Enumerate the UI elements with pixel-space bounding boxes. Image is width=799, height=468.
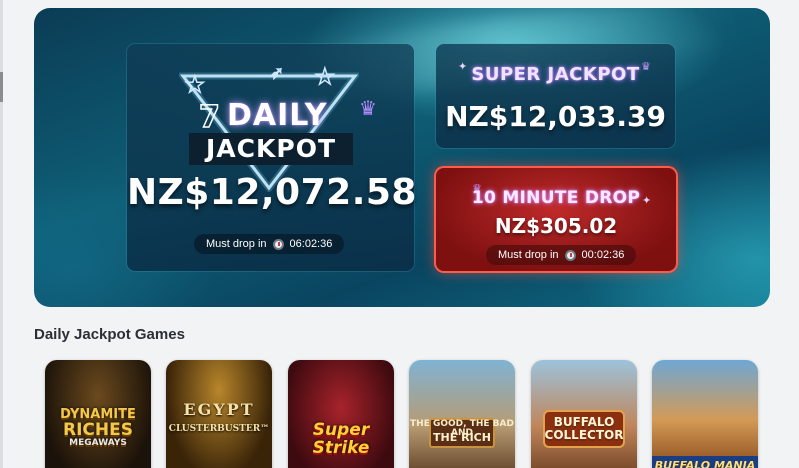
game-tile-dynamite-riches[interactable]: DYNAMITE RICHES MEGAWAYS xyxy=(45,360,151,468)
crown-icon: ♛ xyxy=(359,98,377,120)
daily-logo-jackpot: JACKPOT xyxy=(189,133,353,165)
star-icon: ★ xyxy=(314,64,335,89)
game-subtitle: CLUSTERBUSTER™ xyxy=(168,424,270,434)
clock-icon xyxy=(564,249,576,261)
daily-jackpot-panel[interactable]: ★ ★ ➶ 7 DAILY ♛ JACKPOT NZ$12,072.58 Mus… xyxy=(127,44,417,271)
clock-icon xyxy=(272,238,284,250)
drop-time: 00:02:36 xyxy=(581,249,625,261)
game-tile-good-bad-rich[interactable]: THE GOOD, THE BAD AND THE RICH xyxy=(409,360,515,468)
daily-logo-word: DAILY xyxy=(227,98,328,133)
game-tile-buffalo-mania[interactable]: BUFFALO MANIA xyxy=(652,360,758,468)
super-jackpot-panel[interactable]: ✦ ♛ SUPER JACKPOT NZ$12,033.39 xyxy=(436,44,675,148)
daily-drop-timer: Must drop in 06:02:36 xyxy=(194,234,345,254)
drop-label: Must drop in xyxy=(498,249,559,261)
star-icon: ★ xyxy=(184,72,205,97)
ten-minute-drop-timer: Must drop in 00:02:36 xyxy=(486,245,637,265)
game-title: Super Strike xyxy=(312,420,370,458)
daily-jackpot-amount: NZ$12,072.58 xyxy=(127,172,417,213)
scroll-marker xyxy=(0,72,3,102)
ten-minute-drop-title: 10 MINUTE DROP xyxy=(471,188,641,208)
super-jackpot-title: SUPER JACKPOT xyxy=(471,64,640,85)
game-tile-super-strike[interactable]: Super Strike xyxy=(288,360,394,468)
game-title: BUFFALO MANIA xyxy=(654,459,756,468)
jackpot-banner: ★ ★ ➶ 7 DAILY ♛ JACKPOT NZ$12,072.58 Mus… xyxy=(34,8,770,307)
section-title: Daily Jackpot Games xyxy=(34,326,185,343)
drop-label: Must drop in xyxy=(206,238,267,250)
game-title: EGYPT xyxy=(183,400,255,419)
ten-minute-drop-panel[interactable]: ♛ ✦ 10 MINUTE DROP NZ$305.02 Must drop i… xyxy=(436,168,676,271)
game-title: BUFFALO COLLECTOR xyxy=(544,415,624,442)
game-title: DYNAMITE RICHES MEGAWAYS xyxy=(60,407,136,449)
seven-icon: 7 xyxy=(198,99,220,136)
left-edge-divider xyxy=(0,0,3,468)
super-jackpot-amount: NZ$12,033.39 xyxy=(445,100,666,133)
rocket-icon: ➶ xyxy=(269,65,284,83)
game-subtitle: THE RICH xyxy=(433,431,491,444)
game-tile-egypt-clusterbuster[interactable]: EGYPT CLUSTERBUSTER™ xyxy=(166,360,272,468)
game-tile-buffalo-collector[interactable]: BUFFALO COLLECTOR xyxy=(531,360,637,468)
ten-minute-drop-amount: NZ$305.02 xyxy=(494,214,618,238)
drop-time: 06:02:36 xyxy=(289,238,333,250)
